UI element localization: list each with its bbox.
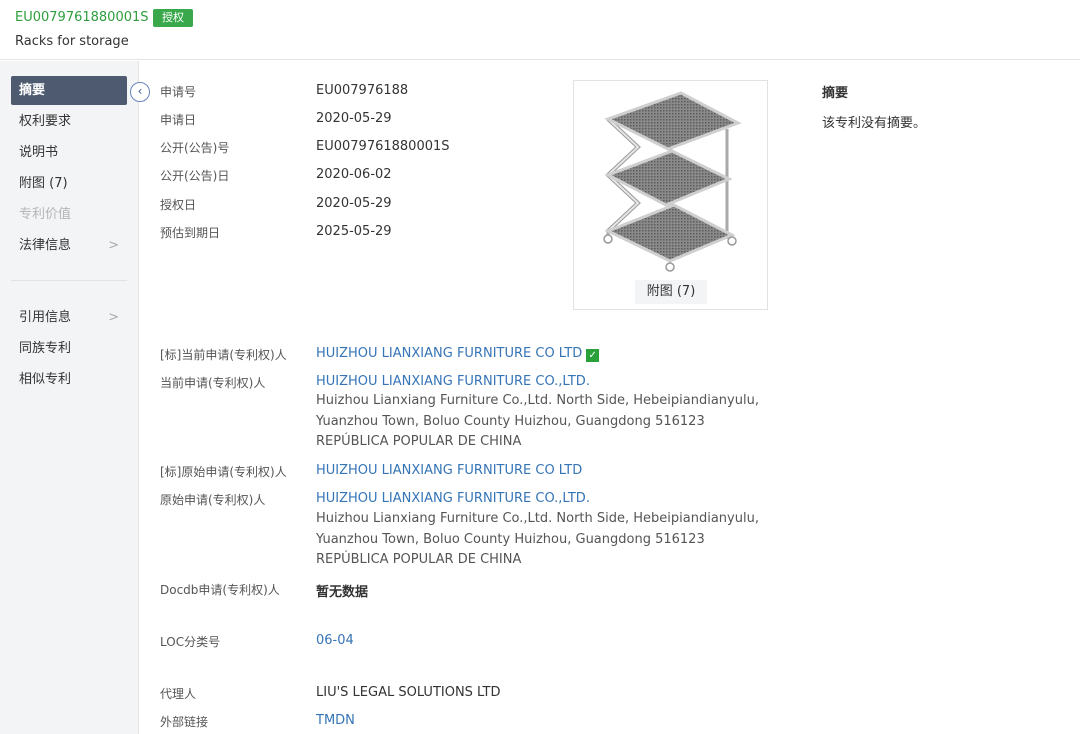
- sidebar-item-similar[interactable]: 相似专利: [11, 365, 127, 394]
- sidebar-item-label: 法律信息: [19, 238, 72, 253]
- docdb-applicant: 暂无数据: [316, 585, 369, 600]
- expiry-date-label: 预估到期日: [160, 226, 221, 240]
- external-link-tmdn[interactable]: TMDN: [316, 713, 355, 728]
- publication-date-label: 公开(公告)日: [160, 169, 230, 183]
- grant-date: 2020-05-29: [316, 196, 392, 211]
- sidebar-item-label: 引用信息: [19, 310, 72, 325]
- std-original-applicant-label: [标]原始申请(专利权)人: [160, 465, 287, 479]
- sidebar-item-label: 相似专利: [19, 372, 72, 387]
- abstract-text: 该专利没有摘要。: [822, 116, 927, 131]
- sidebar-item-citations[interactable]: 引用信息 >: [11, 303, 127, 332]
- publication-date: 2020-06-02: [316, 167, 392, 182]
- std-current-applicant-label: [标]当前申请(专利权)人: [160, 348, 287, 362]
- publication-number-value: EU0079761880001S: [316, 139, 450, 154]
- sidebar-divider: [11, 280, 127, 281]
- application-number: EU007976188: [316, 83, 409, 98]
- original-applicant-address: Huizhou Lianxiang Furniture Co.,Ltd. Nor…: [316, 511, 759, 567]
- publication-number-label: 公开(公告)号: [160, 141, 230, 155]
- sidebar-item-claims[interactable]: 权利要求: [11, 107, 127, 136]
- sidebar-item-description[interactable]: 说明书: [11, 138, 127, 167]
- docdb-applicant-label: Docdb申请(专利权)人: [160, 583, 280, 597]
- external-link-label: 外部链接: [160, 715, 209, 729]
- agent-label: 代理人: [160, 687, 197, 701]
- current-applicant-address: Huizhou Lianxiang Furniture Co.,Ltd. Nor…: [316, 393, 759, 449]
- chevron-right-icon: >: [108, 238, 119, 253]
- sidebar-item-label: 摘要: [19, 83, 46, 98]
- figure-preview[interactable]: 附图 (7): [573, 80, 768, 310]
- original-applicant-link[interactable]: HUIZHOU LIANXIANG FURNITURE CO.,LTD.: [316, 491, 590, 506]
- sidebar-collapse-button[interactable]: ‹: [130, 82, 150, 102]
- chevron-left-icon: ‹: [137, 84, 143, 98]
- sidebar-item-label: 同族专利: [19, 341, 72, 356]
- expiry-date: 2025-05-29: [316, 224, 392, 239]
- sidebar-item-family[interactable]: 同族专利: [11, 334, 127, 363]
- current-applicant-link[interactable]: HUIZHOU LIANXIANG FURNITURE CO.,LTD.: [316, 374, 590, 389]
- loc-class-label: LOC分类号: [160, 635, 221, 649]
- sidebar-item-label: 权利要求: [19, 114, 72, 129]
- sidebar-item-abstract[interactable]: 摘要: [11, 76, 127, 105]
- loc-class-link[interactable]: 06-04: [316, 633, 354, 648]
- std-current-applicant-link[interactable]: HUIZHOU LIANXIANG FURNITURE CO LTD ✓: [316, 346, 600, 362]
- publication-number: EU0079761880001S: [15, 10, 149, 25]
- current-applicant-label: 当前申请(专利权)人: [160, 376, 266, 390]
- page-title: Racks for storage: [15, 34, 129, 49]
- sidebar-item-label: 说明书: [19, 145, 59, 160]
- sidebar-item-label: 专利价值: [19, 207, 72, 222]
- abstract-title: 摘要: [822, 86, 849, 101]
- original-applicant-label: 原始申请(专利权)人: [160, 493, 266, 507]
- status-badge: 授权: [153, 9, 193, 27]
- sidebar-item-legal-info[interactable]: 法律信息 >: [11, 231, 127, 260]
- std-current-applicant: HUIZHOU LIANXIANG FURNITURE CO LTD: [316, 346, 583, 361]
- figures-button[interactable]: 附图 (7): [635, 280, 707, 304]
- page-header: EU0079761880001S 授权 Racks for storage: [0, 0, 1080, 60]
- grant-date-label: 授权日: [160, 198, 197, 212]
- sidebar-item-patent-value: 专利价值: [11, 200, 127, 229]
- verified-icon: ✓: [586, 349, 600, 362]
- application-date-label: 申请日: [160, 113, 197, 127]
- sidebar-item-label: 附图 (7): [19, 176, 68, 191]
- rack-figure-image: [603, 91, 742, 272]
- chevron-right-icon: >: [108, 310, 119, 325]
- sidebar: 摘要 权利要求 说明书 附图 (7) 专利价值 法律信息 > 引用信息 > 同族专利…: [0, 61, 139, 734]
- std-original-applicant-link[interactable]: HUIZHOU LIANXIANG FURNITURE CO LTD: [316, 463, 582, 478]
- agent: LIU'S LEGAL SOLUTIONS LTD: [316, 685, 501, 700]
- application-number-label: 申请号: [160, 85, 197, 99]
- sidebar-item-figures[interactable]: 附图 (7): [11, 169, 127, 198]
- application-date: 2020-05-29: [316, 111, 392, 126]
